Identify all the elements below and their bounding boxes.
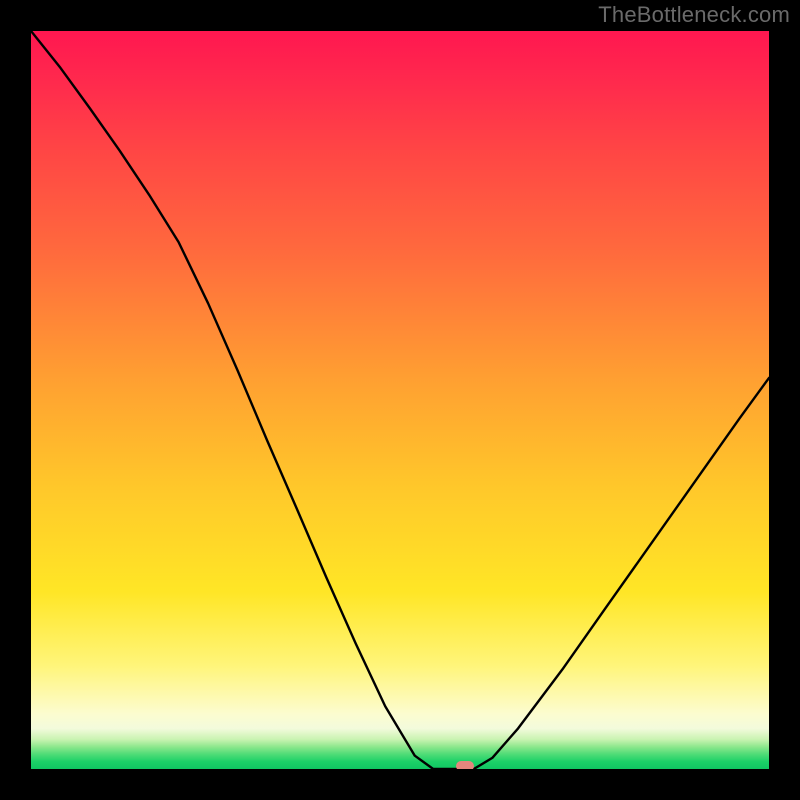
watermark-text: TheBottleneck.com [598, 2, 790, 28]
curve-path [31, 31, 769, 769]
chart-frame: TheBottleneck.com [0, 0, 800, 800]
plot-area [31, 31, 769, 769]
bottleneck-curve [31, 31, 769, 769]
optimal-point-marker [456, 761, 474, 769]
